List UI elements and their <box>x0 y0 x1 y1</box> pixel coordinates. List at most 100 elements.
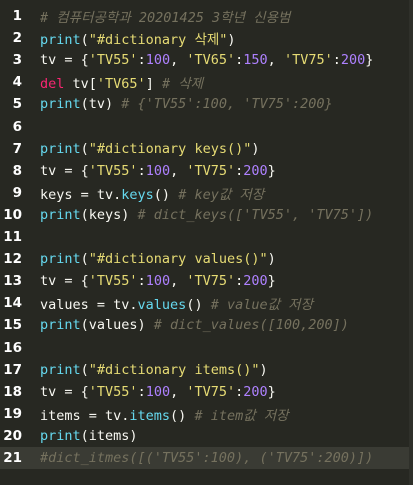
line-number: 10 <box>3 206 22 223</box>
code-line[interactable]: 12 print("#dictionary values()") <box>0 248 413 270</box>
line-number: 14 <box>3 295 22 312</box>
line-number: 4 <box>12 74 22 91</box>
code-token: } <box>267 383 276 400</box>
line-number: 3 <box>12 52 22 69</box>
code-line[interactable]: 1 # 컴퓨터공학과 20201425 3학년 신용범 <box>0 5 413 27</box>
code-token: 'TV75' <box>186 273 236 290</box>
code-token: print <box>40 427 81 444</box>
code-line[interactable]: 16 <box>0 337 413 359</box>
code-editor[interactable]: 1 # 컴퓨터공학과 20201425 3학년 신용범 2 print("#dicti… <box>0 0 413 485</box>
code-token: 'TV55' <box>88 383 138 400</box>
code-text[interactable]: print("#dictionary items()") <box>40 362 268 378</box>
code-line[interactable]: 18 tv = {'TV55':100, 'TV75':200} <box>0 381 413 403</box>
code-token: , <box>170 273 187 290</box>
code-token: : <box>137 52 146 69</box>
code-text[interactable]: #dict_itmes([('TV55':100), ('TV75':200)]… <box>40 450 373 466</box>
code-line[interactable]: 14 values = tv.values() # value값 저장 <box>0 292 413 314</box>
code-token: : <box>137 383 146 400</box>
code-token: 100 <box>145 52 171 69</box>
code-line[interactable]: 11 <box>0 226 413 248</box>
code-token: ( <box>80 140 89 157</box>
code-token: #dict_itmes([('TV55':100), ('TV75':200)]… <box>40 450 374 466</box>
code-token: 'TV55' <box>88 52 138 69</box>
line-number: 1 <box>12 8 22 24</box>
code-token: keys = tv. <box>40 186 122 203</box>
code-token: "#dictionary keys()" <box>88 140 252 157</box>
line-number: 8 <box>12 162 22 179</box>
code-text[interactable]: tv = {'TV55':100, 'TV65':150, 'TV75':200… <box>40 52 373 68</box>
code-line[interactable]: 19 items = tv.items() # item값 저장 <box>0 403 413 425</box>
code-token: 200 <box>243 162 268 179</box>
code-line[interactable]: 8 tv = {'TV55':100, 'TV75':200} <box>0 160 413 182</box>
code-token: 100 <box>145 383 171 400</box>
code-token: 'TV75' <box>283 52 333 69</box>
code-line[interactable]: 17 print("#dictionary items()") <box>0 359 413 381</box>
code-text[interactable]: print("#dictionary 삭제") <box>40 28 236 48</box>
code-token: : <box>137 273 146 290</box>
code-text[interactable]: del tv['TV65'] # 삭제 <box>40 72 203 92</box>
code-token: 200 <box>340 52 366 69</box>
code-text[interactable]: print("#dictionary keys()") <box>40 141 259 157</box>
code-token: # 컴퓨터공학과 20201425 3학년 신용범 <box>40 10 291 26</box>
line-number: 18 <box>3 383 22 400</box>
line-number: 6 <box>12 118 22 135</box>
code-token: , <box>267 52 284 69</box>
code-line[interactable]: 10 print(keys) # dict_keys(['TV55', 'TV75… <box>0 204 413 226</box>
code-line[interactable]: 13 tv = {'TV55':100, 'TV75':200} <box>0 270 413 292</box>
line-number: 11 <box>3 229 22 245</box>
code-line[interactable]: 15 print(values) # dict_values([100,200]) <box>0 314 413 336</box>
code-text[interactable]: print(tv) # {'TV55':100, 'TV75':200} <box>40 96 333 112</box>
code-text[interactable]: print(keys) # dict_keys(['TV55', 'TV75']… <box>40 207 373 223</box>
code-text[interactable]: keys = tv.keys() # key값 저장 <box>40 183 264 203</box>
vertical-scrollbar[interactable] <box>409 0 413 485</box>
code-line[interactable]: 4 del tv['TV65'] # 삭제 <box>0 71 413 93</box>
line-number: 20 <box>3 427 22 444</box>
code-token: ( <box>80 361 89 378</box>
line-number: 16 <box>3 339 22 356</box>
code-line[interactable]: 5 print(tv) # {'TV55':100, 'TV75':200} <box>0 93 413 115</box>
code-token: tv = { <box>40 273 89 290</box>
code-text[interactable]: print("#dictionary values()") <box>40 251 276 267</box>
code-token: 'TV75' <box>186 383 236 400</box>
code-text[interactable]: values = tv.values() # value값 저장 <box>40 293 313 313</box>
code-token: : <box>332 52 341 69</box>
code-token: tv = { <box>40 162 89 179</box>
code-line[interactable]: 6 <box>0 116 413 138</box>
code-token: 'TV55' <box>88 162 138 179</box>
code-line[interactable]: 21 #dict_itmes([('TV55':100), ('TV75':200… <box>0 447 413 469</box>
code-token: items = tv. <box>40 407 130 424</box>
code-token: "#dictionary values()" <box>88 251 268 268</box>
code-text[interactable]: print(values) # dict_values([100,200]) <box>40 317 349 333</box>
line-number: 9 <box>12 184 22 201</box>
code-line[interactable]: 3 tv = {'TV55':100, 'TV65':150, 'TV75':20… <box>0 49 413 71</box>
code-line[interactable]: 9 keys = tv.keys() # key값 저장 <box>0 182 413 204</box>
code-token: 'TV65' <box>96 76 146 93</box>
code-token: 200 <box>243 383 268 400</box>
code-text[interactable]: # 컴퓨터공학과 20201425 3학년 신용범 <box>40 6 290 26</box>
code-line[interactable]: 20 print(items) <box>0 425 413 447</box>
code-token: # item값 저장 <box>194 407 289 424</box>
code-token: ] <box>145 76 162 93</box>
code-text[interactable]: items = tv.items() # item값 저장 <box>40 404 289 424</box>
code-text[interactable]: tv = {'TV55':100, 'TV75':200} <box>40 273 276 289</box>
code-token: } <box>267 273 276 290</box>
code-token: 'TV75' <box>186 162 236 179</box>
code-token: : <box>137 162 146 179</box>
code-text[interactable]: print(items) <box>40 428 138 444</box>
code-text[interactable]: tv = {'TV55':100, 'TV75':200} <box>40 384 276 400</box>
code-token: tv[ <box>64 76 97 93</box>
code-token: , <box>170 162 187 179</box>
line-number: 19 <box>3 405 22 422</box>
code-text[interactable]: tv = {'TV55':100, 'TV75':200} <box>40 163 276 179</box>
code-token: ) <box>259 361 268 378</box>
code-token: 'TV65' <box>186 52 236 69</box>
code-token: ( <box>80 32 89 49</box>
code-token: items <box>129 407 171 424</box>
code-line[interactable]: 7 print("#dictionary keys()") <box>0 138 413 160</box>
line-number: 21 <box>3 450 22 466</box>
code-line[interactable]: 2 print("#dictionary 삭제") <box>0 27 413 49</box>
code-token: } <box>267 162 276 179</box>
line-number: 15 <box>3 317 22 334</box>
code-token: () <box>186 297 211 314</box>
code-token: print <box>40 32 81 49</box>
